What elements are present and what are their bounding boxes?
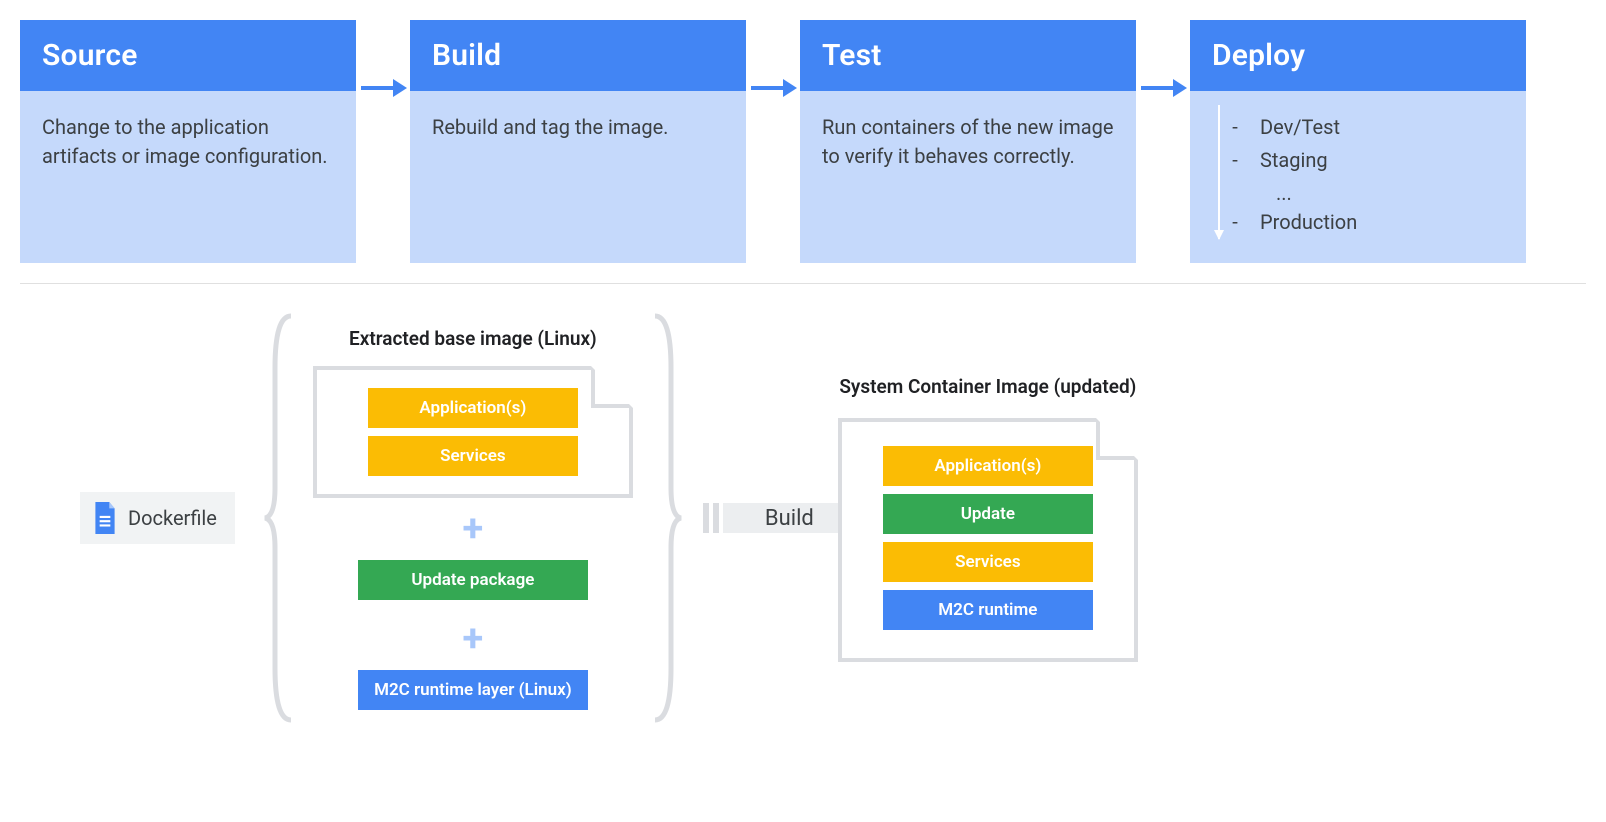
deploy-env: Production [1260,208,1357,237]
layer-update: Update [883,494,1093,534]
build-label: Build [765,506,814,531]
brace-left-icon [263,308,295,728]
stage-body: -Dev/Test -Staging ... -Production [1190,91,1526,263]
extracted-image-label: Extracted base image (Linux) [349,327,597,350]
stage-body: Change to the application artifacts or i… [20,91,356,263]
result-label: System Container Image (updated) [839,375,1136,398]
build-diagram: Dockerfile Extracted base image (Linux) … [20,308,1586,728]
deploy-ellipsis: ... [1230,179,1504,208]
deploy-item: -Production [1230,208,1504,237]
extracted-image-frame: Application(s) Services [313,366,633,498]
page-fold-icon [1096,418,1138,460]
dockerfile-contents: Extracted base image (Linux) Application… [295,327,651,710]
stage-deploy: Deploy -Dev/Test -Staging ... -Productio… [1190,20,1526,263]
arrow-icon [746,20,800,263]
build-arrow-group: Build [683,473,826,563]
section-divider [20,283,1586,284]
deploy-env: Dev/Test [1260,113,1340,142]
layer-m2c-runtime: M2C runtime layer (Linux) [358,670,588,710]
dockerfile-label: Dockerfile [128,506,217,530]
arrow-icon [356,20,410,263]
arrow-icon [1136,20,1190,263]
result-image-frame: Application(s) Update Services M2C runti… [838,418,1138,662]
stage-source: Source Change to the application artifac… [20,20,356,263]
brace-right-icon [651,308,683,728]
deploy-env: Staging [1260,146,1328,175]
deploy-progress-arrow-icon [1218,105,1220,239]
page-fold-icon [591,366,633,408]
stage-body: Rebuild and tag the image. [410,91,746,263]
dockerfile-box: Dockerfile [80,492,235,544]
layer-update-package: Update package [358,560,588,600]
stage-body: Run containers of the new image to verif… [800,91,1136,263]
layer-applications: Application(s) [883,446,1093,486]
layer-services: Services [368,436,578,476]
layer-m2c-runtime: M2C runtime [883,590,1093,630]
plus-icon: + [463,620,484,658]
stage-build: Build Rebuild and tag the image. [410,20,746,263]
result-column: System Container Image (updated) Applica… [838,375,1138,662]
stage-title: Deploy [1190,20,1526,91]
pipeline-row: Source Change to the application artifac… [20,20,1586,263]
layer-applications: Application(s) [368,388,578,428]
stage-test: Test Run containers of the new image to … [800,20,1136,263]
stage-title: Build [410,20,746,91]
plus-icon: + [463,510,484,548]
stage-title: Source [20,20,356,91]
deploy-item: -Staging [1230,146,1504,175]
layer-services: Services [883,542,1093,582]
stage-title: Test [800,20,1136,91]
document-icon [92,502,118,534]
deploy-item: -Dev/Test [1230,113,1504,142]
